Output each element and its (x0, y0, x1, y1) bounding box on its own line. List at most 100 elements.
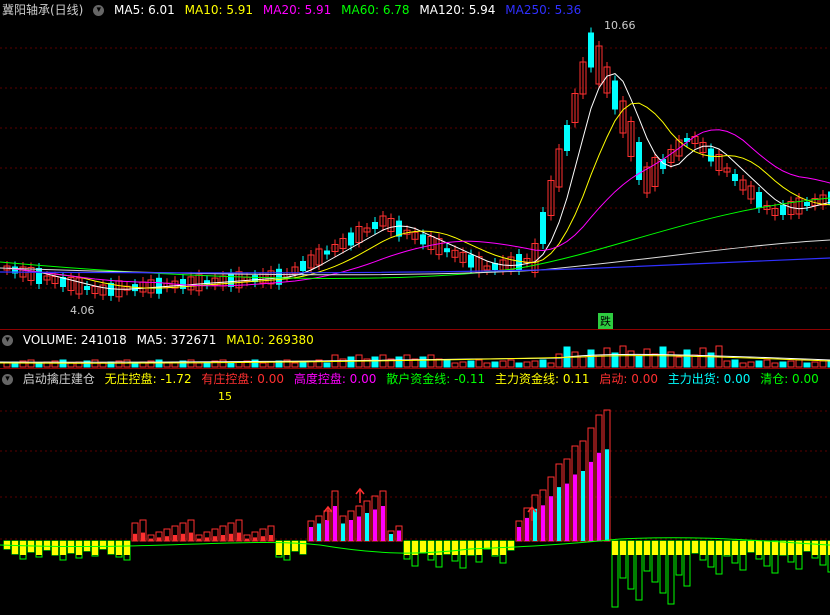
price-title: 冀阳轴承(日线) (2, 3, 84, 17)
candle-down (420, 234, 426, 245)
volume-bar (555, 353, 563, 368)
indicator-bar-yellow (676, 541, 682, 555)
ma5-label: MA5: 6.01 (114, 3, 175, 17)
indicator-bar-yellow (668, 541, 674, 555)
indicator-bar-yellow (764, 541, 770, 555)
indicator-bar-yellow (476, 541, 482, 555)
volume-bar (187, 359, 195, 368)
indicator-gaodu: 高度控盘: 0.00 (293, 372, 377, 386)
volume-bar (587, 349, 595, 368)
candle-down (564, 125, 570, 151)
volume-bar (451, 362, 459, 368)
volume-bar (619, 345, 627, 368)
volume-bar (507, 359, 515, 368)
indicator-bar-yellow (700, 541, 706, 555)
indicator-bar-yellow (732, 541, 738, 555)
indicator-bar-yellow (612, 541, 618, 555)
volume-bar (227, 362, 235, 368)
indicator-bar-fill (221, 535, 225, 541)
indicator-bar-fill (333, 506, 337, 541)
indicator-bar-yellow (452, 541, 458, 555)
volume-bar (483, 362, 491, 368)
indicator-bar-fill (597, 452, 601, 541)
indicator-pane[interactable]: ▾ 启动擒庄建仓 无庄控盘: -1.72 有庄控盘: 0.00 高度控盘: 0.… (0, 368, 830, 615)
indicator-bar-yellow (620, 541, 626, 555)
volume-bar (163, 362, 171, 368)
indicator-bar-fill (341, 523, 345, 541)
indicator-bar-yellow (460, 541, 466, 555)
candle-down (84, 286, 90, 290)
indicator-legend: ▾ 启动擒庄建仓 无庄控盘: -1.72 有庄控盘: 0.00 高度控盘: 0.… (2, 371, 825, 387)
volume-bar (699, 347, 707, 368)
price-chart[interactable] (0, 0, 830, 328)
volume-legend: ▾ VOLUME: 241018 MA5: 372671 MA10: 26938… (2, 332, 320, 348)
ma120-label: MA120: 5.94 (419, 3, 496, 17)
indicator-youzhuang: 有庄控盘: 0.00 (201, 372, 284, 386)
indicator-bar-yellow (60, 541, 66, 555)
ma60-label: MA60: 6.78 (341, 3, 410, 17)
indicator-bar-fill (309, 527, 313, 541)
indicator-bar-yellow (820, 541, 826, 555)
candle-down (324, 250, 330, 255)
indicator-value-label: 15 (218, 390, 232, 403)
indicator-chuhuo: 主力出货: 0.00 (667, 372, 751, 386)
indicator-bar-fill (373, 509, 377, 541)
indicator-chart[interactable] (0, 369, 830, 615)
volume-bar (659, 346, 667, 368)
volume-bar (219, 359, 227, 368)
indicator-bar-yellow (660, 541, 666, 555)
indicator-bar-fill (261, 536, 265, 541)
volume-bar (467, 360, 475, 368)
indicator-bar-fill (533, 508, 537, 541)
volume-bar (427, 354, 435, 368)
indicator-bar-fill (229, 533, 233, 541)
indicator-bar-yellow (772, 541, 778, 555)
chevron-down-icon[interactable]: ▾ (2, 374, 13, 385)
indicator-bar-fill (357, 516, 361, 541)
volume-bar (763, 359, 771, 368)
candle-down (228, 273, 234, 287)
indicator-bar-yellow (628, 541, 634, 555)
volume-pane[interactable]: ▾ VOLUME: 241018 MA5: 372671 MA10: 26938… (0, 329, 830, 368)
indicator-bar-fill (605, 449, 609, 541)
candle-down (156, 277, 162, 294)
volume-ma10-label: MA10: 269380 (226, 333, 314, 347)
signal-badge: 跌 (598, 313, 613, 329)
candle-down (684, 138, 690, 142)
candle-down (300, 261, 306, 271)
volume-bar (291, 362, 299, 368)
volume-bar (395, 356, 403, 368)
indicator-zhuli: 主力资金线: 0.11 (494, 372, 590, 386)
indicator-bar-fill (237, 532, 241, 541)
indicator-bar-yellow (708, 541, 714, 555)
indicator-bar-fill (541, 505, 545, 541)
indicator-bar-fill (173, 535, 177, 541)
ma250-label: MA250: 5.36 (505, 3, 582, 17)
indicator-bar-yellow (756, 541, 762, 555)
ma5-line (6, 73, 830, 290)
volume-bar (539, 359, 547, 368)
indicator-bar-fill (245, 538, 249, 541)
indicator-bar-fill (565, 483, 569, 541)
volume-bar (707, 352, 715, 368)
volume-bar (459, 361, 467, 368)
ma120-line (0, 239, 830, 276)
indicator-bar-yellow (76, 541, 82, 555)
indicator-bar-fill (517, 527, 521, 541)
volume-bar (531, 360, 539, 368)
volume-bar (443, 359, 451, 368)
volume-bar (579, 356, 587, 368)
volume-bar (635, 355, 643, 368)
indicator-bar-fill (189, 532, 193, 541)
price-pane[interactable]: 冀阳轴承(日线) ▾ MA5: 6.01 MA10: 5.91 MA20: 5.… (0, 0, 830, 329)
volume-bar (731, 359, 739, 368)
volume-bar (259, 362, 267, 368)
indicator-bar-yellow (644, 541, 650, 555)
indicator-bar-fill (389, 534, 393, 541)
indicator-bar-fill (325, 520, 329, 541)
price-legend: 冀阳轴承(日线) ▾ MA5: 6.01 MA10: 5.91 MA20: 5.… (2, 2, 587, 18)
indicator-bar-yellow (740, 541, 746, 555)
indicator-bar-fill (549, 496, 553, 541)
chevron-down-icon[interactable]: ▾ (2, 335, 13, 346)
chevron-down-icon[interactable]: ▾ (93, 5, 105, 16)
